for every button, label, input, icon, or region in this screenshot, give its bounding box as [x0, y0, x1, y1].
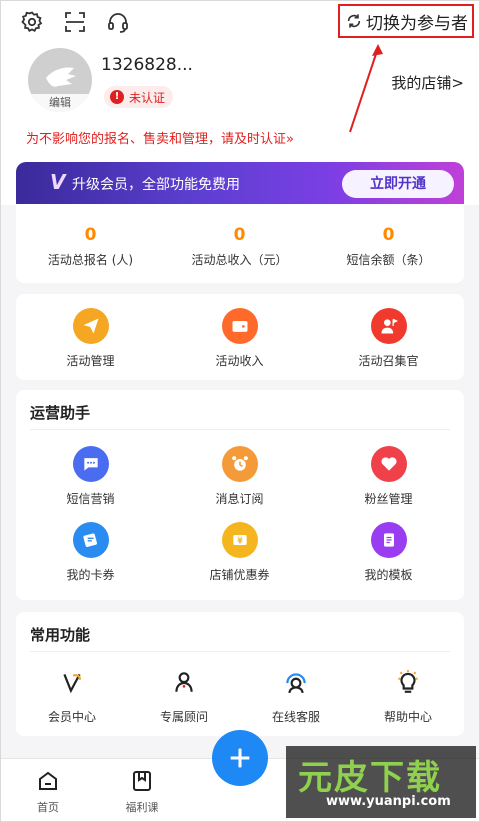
- screenshot-border: [0, 0, 480, 822]
